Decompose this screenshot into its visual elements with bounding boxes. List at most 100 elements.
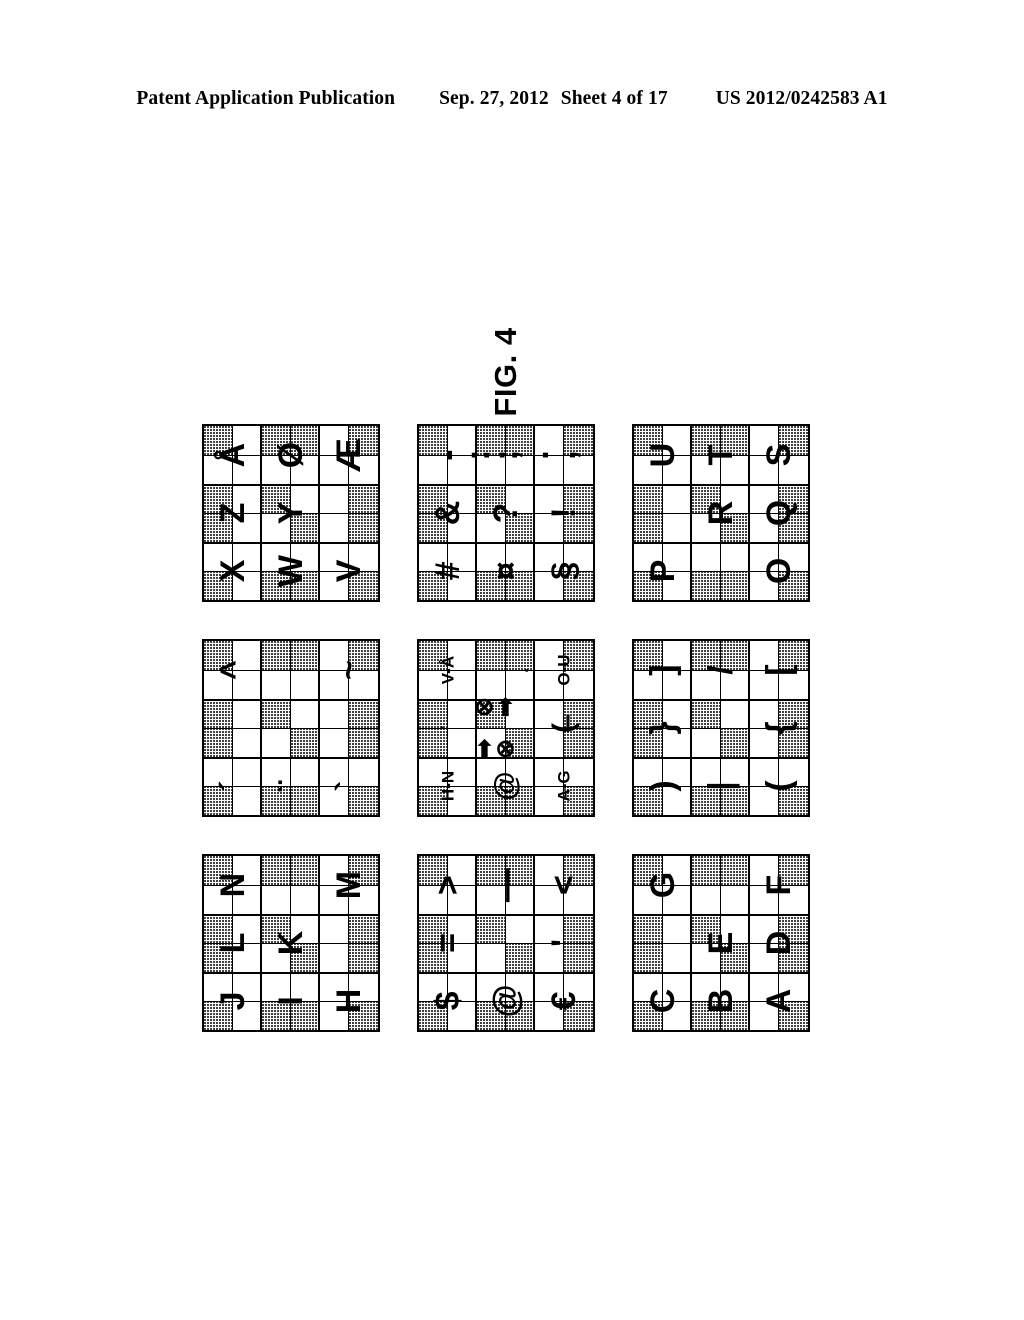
key-cell[interactable] (262, 728, 291, 757)
key-cell[interactable] (692, 786, 721, 815)
key-cell[interactable] (320, 571, 349, 600)
key-cell[interactable] (535, 542, 564, 571)
key-cell[interactable] (291, 484, 320, 513)
key-cell[interactable] (419, 972, 448, 1001)
key-cell[interactable] (448, 786, 477, 815)
key-cell[interactable] (721, 757, 750, 786)
key-cell[interactable] (448, 699, 477, 728)
key-cell[interactable] (262, 426, 291, 455)
key-cell[interactable] (419, 513, 448, 542)
key-cell[interactable] (721, 513, 750, 542)
key-cell[interactable] (750, 943, 779, 972)
key-cell[interactable] (564, 786, 593, 815)
key-cell[interactable] (692, 914, 721, 943)
key-cell[interactable] (721, 699, 750, 728)
key-cell[interactable] (663, 943, 692, 972)
key-cell[interactable] (448, 641, 477, 670)
key-cell[interactable] (204, 757, 233, 786)
key-cell[interactable] (721, 426, 750, 455)
key-cell[interactable] (506, 571, 535, 600)
key-cell[interactable] (204, 455, 233, 484)
key-cell[interactable] (320, 757, 349, 786)
key-cell[interactable] (506, 757, 535, 786)
key-cell[interactable] (721, 885, 750, 914)
key-cell[interactable] (291, 786, 320, 815)
key-cell[interactable] (204, 670, 233, 699)
key-cell[interactable] (779, 786, 808, 815)
key-cell[interactable] (233, 542, 262, 571)
key-cell[interactable] (535, 856, 564, 885)
key-cell[interactable] (564, 484, 593, 513)
key-cell[interactable] (349, 972, 378, 1001)
key-cell[interactable] (204, 513, 233, 542)
key-cell[interactable] (419, 914, 448, 943)
key-cell[interactable] (349, 641, 378, 670)
key-cell[interactable] (233, 670, 262, 699)
key-cell[interactable] (204, 728, 233, 757)
key-cell[interactable] (448, 455, 477, 484)
keyboard-block-center-mode-selector[interactable]: A-G @ H-N (̶ ⊗ ➡ ➡ ⊗ ´ O-U · V-Å (417, 639, 595, 817)
key-cell[interactable] (204, 1001, 233, 1030)
key-cell[interactable] (349, 426, 378, 455)
key-cell[interactable] (692, 757, 721, 786)
key-cell[interactable] (506, 1001, 535, 1030)
key-cell[interactable] (535, 513, 564, 542)
key-cell[interactable] (233, 757, 262, 786)
key-cell[interactable] (349, 1001, 378, 1030)
key-cell[interactable] (448, 542, 477, 571)
key-cell[interactable] (750, 699, 779, 728)
key-cell[interactable] (291, 641, 320, 670)
key-cell[interactable] (477, 699, 506, 728)
key-cell[interactable] (692, 885, 721, 914)
key-cell[interactable] (262, 856, 291, 885)
key-cell[interactable] (262, 972, 291, 1001)
key-cell[interactable] (692, 728, 721, 757)
key-cell[interactable] (535, 757, 564, 786)
keyboard-block-brackets-and-slashes[interactable]: (|){}[/] (632, 639, 810, 817)
key-cell[interactable] (204, 484, 233, 513)
key-cell[interactable] (634, 426, 663, 455)
key-cell[interactable] (320, 728, 349, 757)
key-cell[interactable] (233, 426, 262, 455)
key-cell[interactable] (634, 757, 663, 786)
key-cell[interactable] (663, 1001, 692, 1030)
key-cell[interactable] (692, 943, 721, 972)
key-cell[interactable] (779, 426, 808, 455)
key-cell[interactable] (448, 757, 477, 786)
key-cell[interactable] (535, 786, 564, 815)
key-cell[interactable] (349, 856, 378, 885)
key-cell[interactable] (750, 484, 779, 513)
key-cell[interactable] (477, 1001, 506, 1030)
key-cell[interactable] (320, 699, 349, 728)
key-cell[interactable] (663, 972, 692, 1001)
key-cell[interactable] (634, 641, 663, 670)
key-cell[interactable] (233, 513, 262, 542)
key-cell[interactable] (634, 699, 663, 728)
key-cell[interactable] (320, 641, 349, 670)
key-cell[interactable] (535, 885, 564, 914)
key-cell[interactable] (750, 914, 779, 943)
key-cell[interactable] (564, 885, 593, 914)
key-cell[interactable] (634, 972, 663, 1001)
key-cell[interactable] (291, 513, 320, 542)
key-cell[interactable] (349, 484, 378, 513)
key-cell[interactable] (535, 914, 564, 943)
key-cell[interactable] (750, 513, 779, 542)
keyboard-block-diacritic-marks[interactable]: ´ ¨ ` ^ ~ (202, 639, 380, 817)
keyboard-block-currency-and-operators[interactable]: € @ $ ' = < — > (417, 854, 595, 1032)
key-cell[interactable] (204, 914, 233, 943)
key-cell[interactable] (349, 542, 378, 571)
key-cell[interactable] (320, 484, 349, 513)
key-cell[interactable] (535, 1001, 564, 1030)
key-cell[interactable] (477, 542, 506, 571)
key-cell[interactable] (320, 943, 349, 972)
key-cell[interactable] (349, 728, 378, 757)
key-cell[interactable] (477, 571, 506, 600)
key-cell[interactable] (750, 542, 779, 571)
key-cell[interactable] (477, 914, 506, 943)
key-cell[interactable] (477, 728, 506, 757)
key-cell[interactable] (721, 484, 750, 513)
key-cell[interactable] (750, 728, 779, 757)
key-cell[interactable] (262, 1001, 291, 1030)
key-cell[interactable] (506, 426, 535, 455)
